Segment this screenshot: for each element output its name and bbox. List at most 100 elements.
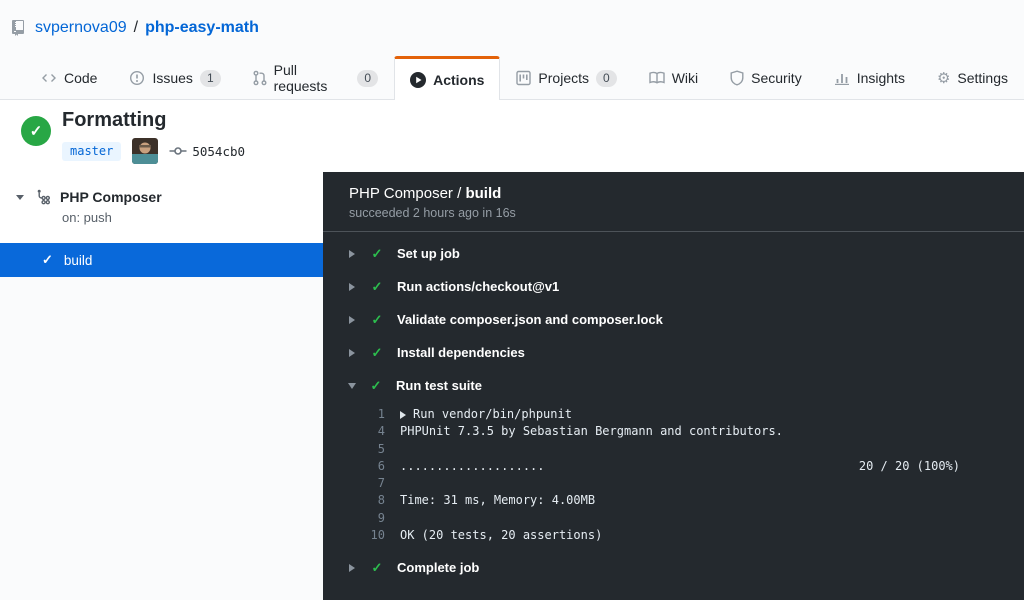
log-line-text: Time: 31 ms, Memory: 4.00MB xyxy=(400,493,596,508)
issues-count-badge: 1 xyxy=(199,69,221,87)
step-name: Run test suite xyxy=(396,378,482,393)
job-log-header: PHP Composer / build succeeded 2 hours a… xyxy=(323,172,1024,232)
log-line-text: OK (20 tests, 20 assertions) xyxy=(400,528,603,543)
log-line-number: 5 xyxy=(377,441,385,456)
step-validate-composer[interactable]: ✓ Validate composer.json and composer.lo… xyxy=(323,303,1024,336)
step-collapse-icon[interactable] xyxy=(348,382,356,389)
workflow-icon xyxy=(37,189,51,205)
tab-settings[interactable]: ⚙ Settings xyxy=(921,56,1024,99)
main-content: PHP Composer on: push ✓ build PHP Compos… xyxy=(0,172,1024,600)
step-name: Set up job xyxy=(397,246,460,261)
gear-icon: ⚙ xyxy=(936,69,951,87)
log-line-number: 6 xyxy=(377,458,385,473)
tab-pull-requests-label: Pull requests xyxy=(273,62,328,94)
repo-header: svpernova09 / php-easy-math xyxy=(0,0,1024,56)
tab-wiki-label: Wiki xyxy=(671,70,699,86)
log-line-text: Run vendor/bin/phpunit xyxy=(413,407,572,421)
commit-sha: 5054cb0 xyxy=(192,143,246,159)
step-complete-job[interactable]: ✓ Complete job xyxy=(323,551,1024,584)
job-log-job-name: build xyxy=(465,185,502,202)
branch-badge[interactable]: master xyxy=(62,141,122,161)
step-name: Validate composer.json and composer.lock xyxy=(397,312,663,327)
breadcrumb: svpernova09 / php-easy-math xyxy=(12,19,259,37)
tab-code[interactable]: Code xyxy=(25,56,113,99)
sidebar-job-build[interactable]: ✓ build xyxy=(0,243,323,277)
job-log-workflow-name: PHP Composer xyxy=(349,185,453,202)
step-run-test-suite[interactable]: ✓ Run test suite xyxy=(323,369,1024,402)
step-success-check-icon: ✓ xyxy=(371,311,383,327)
workflow-section: PHP Composer on: push xyxy=(0,172,323,243)
step-expand-icon[interactable] xyxy=(349,282,355,291)
tab-projects[interactable]: Projects 0 xyxy=(500,56,632,99)
tab-security-label: Security xyxy=(751,70,802,86)
workflow-run-header: ✓ Formatting master 5054cb0 xyxy=(0,100,1024,172)
log-line-number: 8 xyxy=(377,493,385,508)
step-list: ✓ Set up job ✓ Run actions/checkout@v1 ✓… xyxy=(323,232,1024,584)
breadcrumb-separator: / xyxy=(133,19,139,36)
tab-wiki[interactable]: Wiki xyxy=(633,56,714,99)
log-line: 7 xyxy=(323,475,1024,492)
tab-security[interactable]: Security xyxy=(714,56,818,99)
run-meta: master 5054cb0 xyxy=(62,138,245,164)
workflow-item[interactable]: PHP Composer xyxy=(0,172,323,205)
github-actions-page: svpernova09 / php-easy-math Code Issues … xyxy=(0,0,1024,600)
job-log-title-separator: / xyxy=(452,185,466,202)
log-line-number: 1 xyxy=(377,407,385,421)
log-command-expander-icon[interactable] xyxy=(400,410,406,419)
tab-code-label: Code xyxy=(64,70,98,86)
workflow-collapse-icon[interactable] xyxy=(16,194,24,200)
tab-pull-requests[interactable]: Pull requests 0 xyxy=(237,56,394,99)
step-expand-icon[interactable] xyxy=(349,563,355,572)
breadcrumb-repo-link[interactable]: php-easy-math xyxy=(145,19,259,37)
log-line-number: 10 xyxy=(370,528,385,543)
tab-issues-label: Issues xyxy=(152,70,193,86)
workflow-sidebar: PHP Composer on: push ✓ build xyxy=(0,172,323,600)
log-line-number: 7 xyxy=(377,476,385,491)
tab-actions[interactable]: Actions xyxy=(394,56,501,100)
repo-icon xyxy=(12,20,28,36)
tab-insights[interactable]: Insights xyxy=(818,56,921,99)
log-line-number: 4 xyxy=(377,424,385,439)
log-line: 8 Time: 31 ms, Memory: 4.00MB xyxy=(323,492,1024,509)
log-line: 9 xyxy=(323,510,1024,527)
log-line: 10 OK (20 tests, 20 assertions) xyxy=(323,527,1024,544)
step-success-check-icon: ✓ xyxy=(371,278,383,294)
log-line-text: .................... xyxy=(400,458,545,473)
step-checkout[interactable]: ✓ Run actions/checkout@v1 xyxy=(323,270,1024,303)
committer-avatar[interactable] xyxy=(132,138,159,164)
log-line-progress: 20 / 20 (100%) xyxy=(858,458,960,473)
tab-actions-label: Actions xyxy=(433,71,485,88)
step-expand-icon[interactable] xyxy=(349,249,355,258)
commit-icon xyxy=(169,147,187,155)
tab-projects-label: Projects xyxy=(538,70,589,86)
workflow-name: PHP Composer xyxy=(60,189,162,205)
step-success-check-icon: ✓ xyxy=(371,344,383,360)
step-success-check-icon: ✓ xyxy=(370,377,382,393)
tab-issues[interactable]: Issues 1 xyxy=(113,56,236,99)
log-line-text: PHPUnit 7.3.5 by Sebastian Bergmann and … xyxy=(400,424,783,439)
job-log-title: PHP Composer / build xyxy=(349,185,1024,202)
job-log-subtitle: succeeded 2 hours ago in 16s xyxy=(349,206,516,220)
job-name: build xyxy=(63,252,93,268)
commit-ref[interactable]: 5054cb0 xyxy=(169,144,245,159)
step-success-check-icon: ✓ xyxy=(371,245,383,261)
step-set-up-job[interactable]: ✓ Set up job xyxy=(323,237,1024,270)
tab-settings-label: Settings xyxy=(957,70,1008,86)
step-install-dependencies[interactable]: ✓ Install dependencies xyxy=(323,336,1024,369)
log-line-number: 9 xyxy=(377,510,385,525)
step-name: Complete job xyxy=(397,560,480,576)
step-name: Run actions/checkout@v1 xyxy=(397,279,560,294)
run-title: Formatting xyxy=(62,109,167,131)
log-line: 4 PHPUnit 7.3.5 by Sebastian Bergmann an… xyxy=(323,423,1024,440)
tab-insights-label: Insights xyxy=(856,70,905,86)
repo-tab-bar: Code Issues 1 Pull requests 0 Actions Pr… xyxy=(0,56,1024,100)
job-success-check-icon: ✓ xyxy=(42,252,53,267)
step-expand-icon[interactable] xyxy=(349,348,355,357)
log-line: 5 xyxy=(323,441,1024,458)
step-expand-icon[interactable] xyxy=(349,315,355,324)
log-line: 1 Run vendor/bin/phpunit xyxy=(323,406,1024,423)
workflow-trigger: on: push xyxy=(62,210,112,225)
job-log-panel: PHP Composer / build succeeded 2 hours a… xyxy=(323,172,1024,600)
log-line: 6 .................... 20 / 20 (100%) xyxy=(323,458,1024,475)
breadcrumb-owner-link[interactable]: svpernova09 xyxy=(35,19,127,37)
